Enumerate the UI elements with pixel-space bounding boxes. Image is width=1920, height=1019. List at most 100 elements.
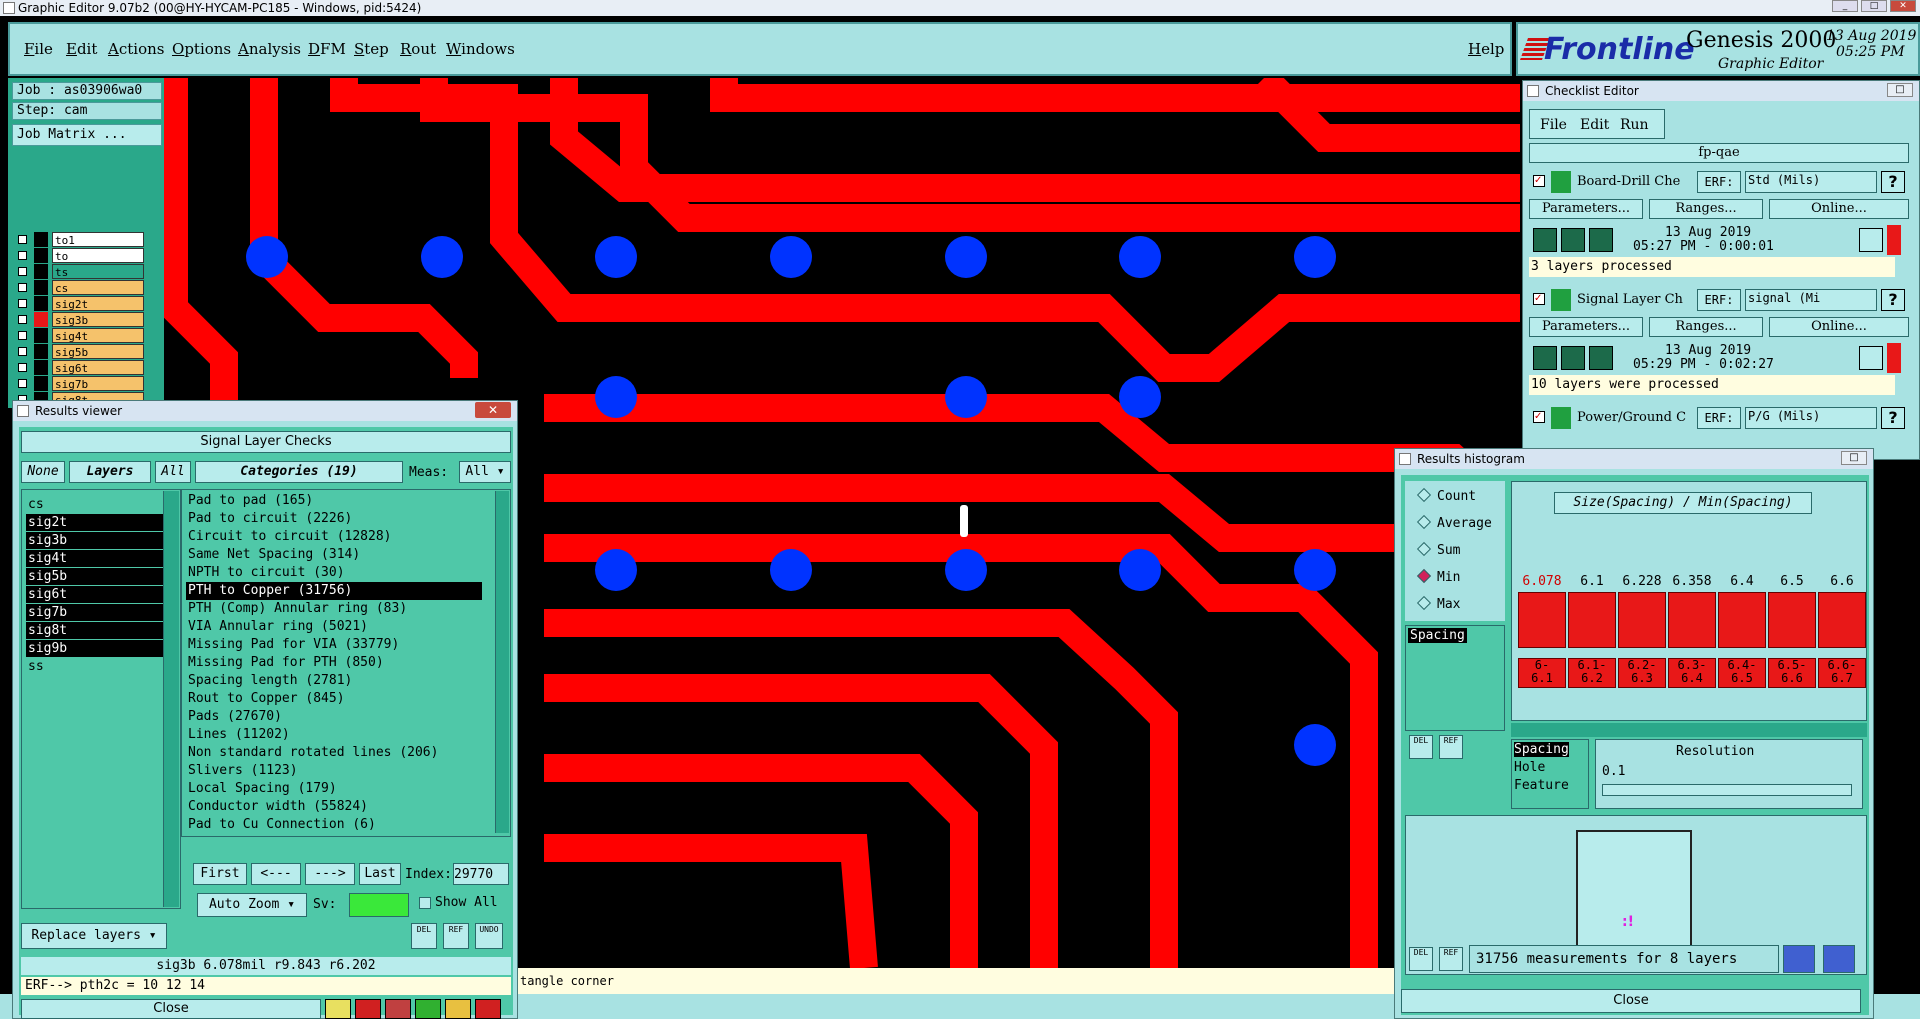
layer-name[interactable]: cs	[52, 280, 144, 295]
category-scrollbar[interactable]	[495, 491, 509, 833]
help-icon[interactable]: ?	[1881, 289, 1905, 311]
meas-select[interactable]: All ▾	[459, 461, 511, 483]
tool-icon[interactable]	[355, 999, 381, 1019]
menu-step[interactable]: Step	[354, 40, 389, 58]
histogram-bar[interactable]	[1618, 592, 1666, 648]
layer-select-cell[interactable]	[34, 296, 48, 311]
result-layer-item[interactable]: sig6t	[26, 586, 168, 603]
histogram-bar[interactable]	[1718, 592, 1766, 648]
run-icon[interactable]	[1561, 228, 1585, 252]
layer-row[interactable]: sig2t	[12, 296, 144, 312]
histogram-bar[interactable]	[1668, 592, 1716, 648]
layer-checkbox[interactable]	[18, 315, 27, 324]
tool-icon[interactable]	[325, 999, 351, 1019]
category-item[interactable]: PTH to Copper (31756)	[186, 582, 482, 600]
del-button[interactable]: DEL	[411, 923, 437, 949]
mode-radio[interactable]: Average	[1416, 514, 1492, 531]
menu-analysis[interactable]: Analysis	[238, 40, 301, 58]
layer-select-cell[interactable]	[34, 232, 48, 247]
layer-checkbox[interactable]	[18, 267, 27, 276]
category-item[interactable]: Local Spacing (179)	[186, 780, 482, 798]
category-list[interactable]: Pad to pad (165) Pad to circuit (2226) Cir…	[181, 489, 511, 837]
online-button[interactable]: Online...	[1769, 199, 1909, 219]
layer-name[interactable]: sig6t	[52, 360, 144, 375]
job-matrix-button[interactable]: Job Matrix ...	[12, 124, 162, 146]
layer-checkbox[interactable]	[18, 347, 27, 356]
export-icon[interactable]	[1783, 945, 1815, 973]
layers-button[interactable]: Layers	[69, 461, 151, 483]
layer-row[interactable]: sig4t	[12, 328, 144, 344]
layer-checkbox[interactable]	[18, 251, 27, 260]
last-button[interactable]: Last	[359, 863, 401, 885]
layer-checkbox[interactable]	[18, 283, 27, 292]
layer-name[interactable]: sig4t	[52, 328, 144, 343]
category-item[interactable]: Pad to pad (165)	[186, 492, 482, 510]
none-button[interactable]: None	[21, 461, 65, 483]
histogram-bar[interactable]	[1568, 592, 1616, 648]
check-row[interactable]: ✓ Signal Layer Ch ERF: signal (Mi?	[1529, 287, 1909, 313]
checklist-menu-edit[interactable]: Edit	[1580, 117, 1609, 133]
histogram-bar[interactable]	[1768, 592, 1816, 648]
preview-ref-button[interactable]: REF	[1439, 947, 1463, 971]
run-icon[interactable]	[1589, 346, 1613, 370]
radio-icon[interactable]	[1416, 568, 1432, 584]
category-item[interactable]: Lines (11202)	[186, 726, 482, 744]
check-name[interactable]: Board-Drill Che	[1577, 174, 1689, 189]
histogram-bar[interactable]	[1818, 592, 1866, 648]
auto-zoom-select[interactable]: Auto Zoom ▾	[197, 893, 307, 917]
result-layer-item[interactable]: sig3b	[26, 532, 168, 549]
layer-row[interactable]: sig7b	[12, 376, 144, 392]
category-item[interactable]: Pad to circuit (2226)	[186, 510, 482, 528]
next-button[interactable]: --->	[305, 863, 355, 885]
erf-field[interactable]: Std (Mils)	[1745, 171, 1877, 193]
category-item[interactable]: Pads (27670)	[186, 708, 482, 726]
layer-row[interactable]: cs	[12, 280, 144, 296]
result-layer-item[interactable]: cs	[26, 496, 168, 513]
mode-radio[interactable]: Sum	[1416, 541, 1460, 558]
layer-select-cell[interactable]	[34, 376, 48, 391]
layer-row[interactable]: ts	[12, 264, 144, 280]
category-item[interactable]: PTH (Comp) Annular ring (83)	[186, 600, 482, 618]
maximize-icon[interactable]: □	[1841, 451, 1867, 465]
ref-button[interactable]: REF	[443, 923, 469, 949]
menu-options[interactable]: Options	[172, 40, 231, 58]
measure-list[interactable]: Spacing	[1405, 625, 1505, 731]
category-item[interactable]: Circuit to circuit (12828)	[186, 528, 482, 546]
layer-checkbox[interactable]	[18, 379, 27, 388]
show-all-checkbox[interactable]	[419, 897, 431, 909]
check-toggle[interactable]: ✓	[1533, 411, 1545, 423]
hist-ref-button[interactable]: REF	[1439, 735, 1463, 759]
check-row[interactable]: ✓ Board-Drill Che ERF: Std (Mils)?	[1529, 169, 1909, 195]
close-icon[interactable]: ✕	[475, 402, 511, 418]
category-item[interactable]: Spacing length (2781)	[186, 672, 482, 690]
type-item[interactable]: Feature	[1514, 778, 1569, 793]
category-item[interactable]: Same Net Spacing (314)	[186, 546, 482, 564]
minimize-icon[interactable]: _	[1832, 0, 1858, 12]
layer-name[interactable]: ts	[52, 264, 144, 279]
ranges-button[interactable]: Ranges...	[1649, 199, 1763, 219]
layer-select-cell[interactable]	[34, 264, 48, 279]
parameters-button[interactable]: Parameters...	[1529, 317, 1643, 337]
category-item[interactable]: Missing Pad for VIA (33779)	[186, 636, 482, 654]
preview-del-button[interactable]: DEL	[1409, 947, 1433, 971]
result-layer-item[interactable]: sig5b	[26, 568, 168, 585]
check-row[interactable]: ✓ Power/Ground C ERF: P/G (Mils)?	[1529, 405, 1909, 431]
layer-select-cell[interactable]	[34, 312, 48, 327]
type-list[interactable]: Spacing Hole Feature	[1511, 739, 1589, 809]
help-icon[interactable]: ?	[1881, 407, 1905, 429]
category-item[interactable]: Missing Pad for PTH (850)	[186, 654, 482, 672]
tool-icon[interactable]	[415, 999, 441, 1019]
run-icon[interactable]	[1561, 346, 1585, 370]
layer-name[interactable]: to1	[52, 232, 144, 247]
all-button[interactable]: All	[155, 461, 191, 483]
category-item[interactable]: VIA Annular ring (5021)	[186, 618, 482, 636]
checklist-menu-run[interactable]: Run	[1620, 117, 1649, 133]
layer-select-cell[interactable]	[34, 280, 48, 295]
radio-icon[interactable]	[1416, 595, 1432, 611]
check-toggle[interactable]: ✓	[1533, 293, 1545, 305]
resolution-slider[interactable]	[1602, 784, 1852, 796]
index-input[interactable]	[453, 863, 509, 885]
layer-row[interactable]: sig3b	[12, 312, 144, 328]
layer-row[interactable]: sig6t	[12, 360, 144, 376]
layer-select-cell[interactable]	[34, 328, 48, 343]
